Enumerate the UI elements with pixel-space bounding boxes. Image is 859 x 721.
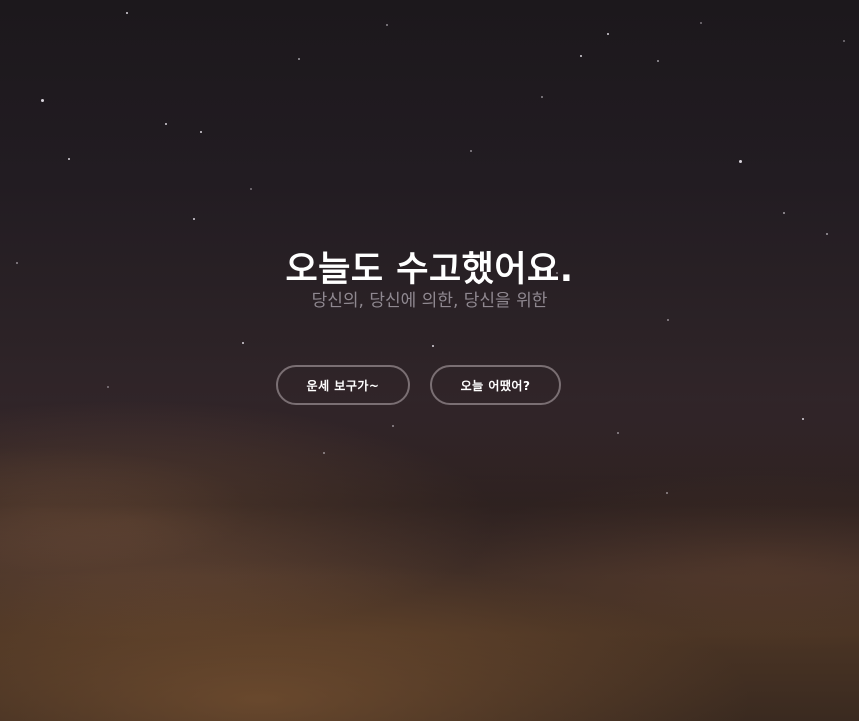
how-was-today-button[interactable]: 오늘 어땠어? [430,365,561,405]
star-field [0,0,859,721]
hero-actions: 운세 보구가~ 오늘 어땠어? [276,365,561,405]
hero-subtitle: 당신의, 당신에 의한, 당신을 위한 [311,291,548,311]
fortune-button[interactable]: 운세 보구가~ [276,365,410,405]
hero-section: 오늘도 수고했어요. 당신의, 당신에 의한, 당신을 위한 [0,248,859,312]
hero-title: 오늘도 수고했어요. [285,250,574,290]
